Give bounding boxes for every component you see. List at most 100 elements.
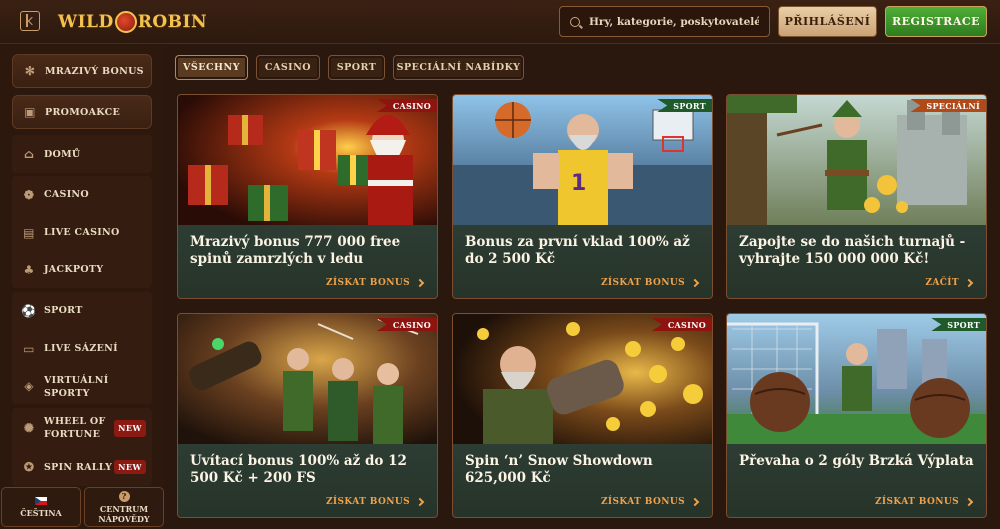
- promo-image-archers-cannon: [178, 314, 437, 444]
- sidebar-item-label: SPIN RALLY: [44, 461, 113, 473]
- czech-flag-icon: [35, 496, 47, 505]
- cta-label: ZÍSKAT BONUS: [600, 497, 685, 507]
- search-icon: [570, 16, 580, 27]
- category-ribbon: SPECIÁLNÍ: [910, 99, 986, 112]
- slot-icon: ❁: [23, 187, 35, 202]
- filter-special-offers[interactable]: SPECIÁLNÍ NABÍDKY: [393, 55, 524, 80]
- sidebar-toggle-icon[interactable]: [20, 11, 40, 31]
- sidebar-item-sport[interactable]: ⚽ SPORT: [12, 292, 152, 329]
- snowflake-icon: ✻: [24, 64, 36, 78]
- language-label: ČEŠTINA: [20, 507, 62, 518]
- start-link[interactable]: ZAČÍT: [925, 278, 974, 288]
- cta-label: ZAČÍT: [925, 278, 959, 288]
- sidebar-item-label: LIVE SÁZENÍ: [44, 343, 118, 354]
- home-icon: ⌂: [23, 147, 35, 161]
- help-center-button[interactable]: ? CENTRUM NÁPOVĚDY: [84, 487, 164, 527]
- sidebar-item-jackpoty[interactable]: ♣ JACKPOTY: [12, 251, 152, 288]
- top-header: WILD ROBIN PŘIHLÁŠENÍ REGISTRACE: [0, 0, 1000, 44]
- language-selector[interactable]: ČEŠTINA: [1, 487, 81, 527]
- help-label-line1: CENTRUM: [99, 503, 149, 514]
- card-title: Uvítací bonus 100% až do 12 500 Kč + 200…: [190, 453, 407, 486]
- promo-card[interactable]: SPORT Převaha o 2 góly Brzká Výplata ZÍS…: [726, 313, 987, 518]
- help-icon: ?: [118, 490, 130, 502]
- sidebar-item-virtualni-sporty[interactable]: ◈ VIRTUÁLNÍ SPORTY: [12, 368, 152, 405]
- get-bonus-link[interactable]: ZÍSKAT BONUS: [600, 278, 700, 288]
- filter-sport[interactable]: SPORT: [328, 55, 385, 80]
- sidebar-item-mrazivy-bonus[interactable]: ✻ MRAZIVÝ BONUS: [12, 54, 152, 88]
- register-button[interactable]: REGISTRACE: [885, 6, 987, 37]
- sidebar-item-domu[interactable]: ⌂ DOMŮ: [12, 135, 152, 173]
- card-body: Spin ‘n’ Snow Showdown 625,000 Kč ZÍSKAT…: [453, 444, 712, 517]
- sidebar-item-label: WHEEL OF FORTUNE: [44, 416, 106, 440]
- card-body: Uvítací bonus 100% až do 12 500 Kč + 200…: [178, 444, 437, 517]
- promo-image-christmas-gifts: [178, 95, 437, 225]
- svg-text:1: 1: [571, 171, 586, 196]
- sidebar-item-wheel-of-fortune[interactable]: ✺ WHEEL OF FORTUNE NEW: [12, 409, 152, 447]
- card-title: Převaha o 2 góly Brzká Výplata: [739, 453, 974, 469]
- promo-card[interactable]: SPECIÁLNÍ Zapojte se do našich turnajů -…: [726, 94, 987, 299]
- cta-label: ZÍSKAT BONUS: [325, 497, 410, 507]
- promo-image-coin-cannon: [453, 314, 712, 444]
- sidebar-item-label: CASINO: [44, 189, 89, 200]
- sidebar-item-label: DOMŮ: [44, 148, 81, 160]
- card-body: Mrazivý bonus 777 000 free spinů zamrzlý…: [178, 225, 437, 298]
- sidebar-item-spin-rally[interactable]: ✪ SPIN RALLY NEW: [12, 448, 152, 486]
- sidebar-item-label: PROMOAKCE: [45, 106, 120, 118]
- promo-card[interactable]: CASINO Mrazivý bonus 777 000 free spinů …: [177, 94, 438, 299]
- sidebar: ✻ MRAZIVÝ BONUS ▣ PROMOAKCE ⌂ DOMŮ ❁ CAS…: [0, 45, 164, 529]
- logo-text-left: WILD: [58, 12, 114, 32]
- sidebar-item-label: LIVE CASINO: [44, 227, 120, 238]
- card-title: Spin ‘n’ Snow Showdown 625,000 Kč: [465, 453, 653, 486]
- virtual-icon: ◈: [24, 379, 34, 393]
- promo-image-football-goal: [727, 314, 986, 444]
- chevron-right-icon: [690, 497, 700, 507]
- card-body: Převaha o 2 góly Brzká Výplata ZÍSKAT BO…: [727, 444, 986, 517]
- promo-card[interactable]: 1 SPORT Bonus za první vklad 100% až do …: [452, 94, 713, 299]
- wheel-icon: ✺: [23, 420, 35, 435]
- promo-image-robin-castle: [727, 95, 986, 225]
- logo-emblem-icon: [114, 11, 137, 33]
- card-title: Bonus za první vklad 100% až do 2 500 Kč: [465, 234, 690, 267]
- rally-icon: ✪: [23, 460, 35, 474]
- live-icon: ▭: [23, 341, 35, 356]
- chevron-right-icon: [690, 278, 700, 288]
- promo-card[interactable]: CASINO Spin ‘n’ Snow Showdown 625,000 Kč…: [452, 313, 713, 518]
- sidebar-item-casino[interactable]: ❁ CASINO: [12, 176, 152, 213]
- search-box[interactable]: [559, 6, 770, 37]
- sidebar-item-label: JACKPOTY: [44, 264, 104, 275]
- chevron-right-icon: [415, 497, 425, 507]
- promo-image-basketball: 1: [453, 95, 712, 225]
- sidebar-item-label: MRAZIVÝ BONUS: [45, 65, 144, 77]
- get-bonus-link[interactable]: ZÍSKAT BONUS: [325, 497, 425, 507]
- sidebar-item-promoakce[interactable]: ▣ PROMOAKCE: [12, 95, 152, 129]
- sidebar-item-label: SPORT: [44, 305, 83, 316]
- get-bonus-link[interactable]: ZÍSKAT BONUS: [874, 497, 974, 507]
- site-logo[interactable]: WILD ROBIN: [58, 8, 207, 36]
- chevron-right-icon: [415, 278, 425, 288]
- card-body: Zapojte se do našich turnajů - vyhrajte …: [727, 225, 986, 298]
- ball-icon: ⚽: [21, 303, 37, 318]
- chevron-right-icon: [964, 497, 974, 507]
- cta-label: ZÍSKAT BONUS: [874, 497, 959, 507]
- new-badge: NEW: [114, 460, 146, 474]
- login-button[interactable]: PŘIHLÁŠENÍ: [778, 6, 877, 37]
- sidebar-item-live-sazeni[interactable]: ▭ LIVE SÁZENÍ: [12, 330, 152, 367]
- logo-text-right: ROBIN: [137, 12, 208, 32]
- filter-all[interactable]: VŠECHNY: [175, 55, 248, 80]
- cta-label: ZÍSKAT BONUS: [600, 278, 685, 288]
- card-title: Mrazivý bonus 777 000 free spinů zamrzlý…: [190, 234, 401, 267]
- get-bonus-link[interactable]: ZÍSKAT BONUS: [600, 497, 700, 507]
- card-body: Bonus za první vklad 100% až do 2 500 Kč…: [453, 225, 712, 298]
- filter-casino[interactable]: CASINO: [256, 55, 320, 80]
- new-badge: NEW: [114, 419, 146, 437]
- card-title: Zapojte se do našich turnajů - vyhrajte …: [739, 234, 966, 267]
- help-label-line2: NÁPOVĚDY: [98, 513, 150, 524]
- get-bonus-link[interactable]: ZÍSKAT BONUS: [325, 278, 425, 288]
- cta-label: ZÍSKAT BONUS: [325, 278, 410, 288]
- promo-card[interactable]: CASINO Uvítací bonus 100% až do 12 500 K…: [177, 313, 438, 518]
- sidebar-item-live-casino[interactable]: ▤ LIVE CASINO: [12, 214, 152, 251]
- gift-icon: ▣: [24, 105, 36, 119]
- sidebar-item-label: VIRTUÁLNÍ SPORTY: [44, 374, 109, 399]
- chevron-right-icon: [964, 278, 974, 288]
- search-input[interactable]: [589, 15, 759, 28]
